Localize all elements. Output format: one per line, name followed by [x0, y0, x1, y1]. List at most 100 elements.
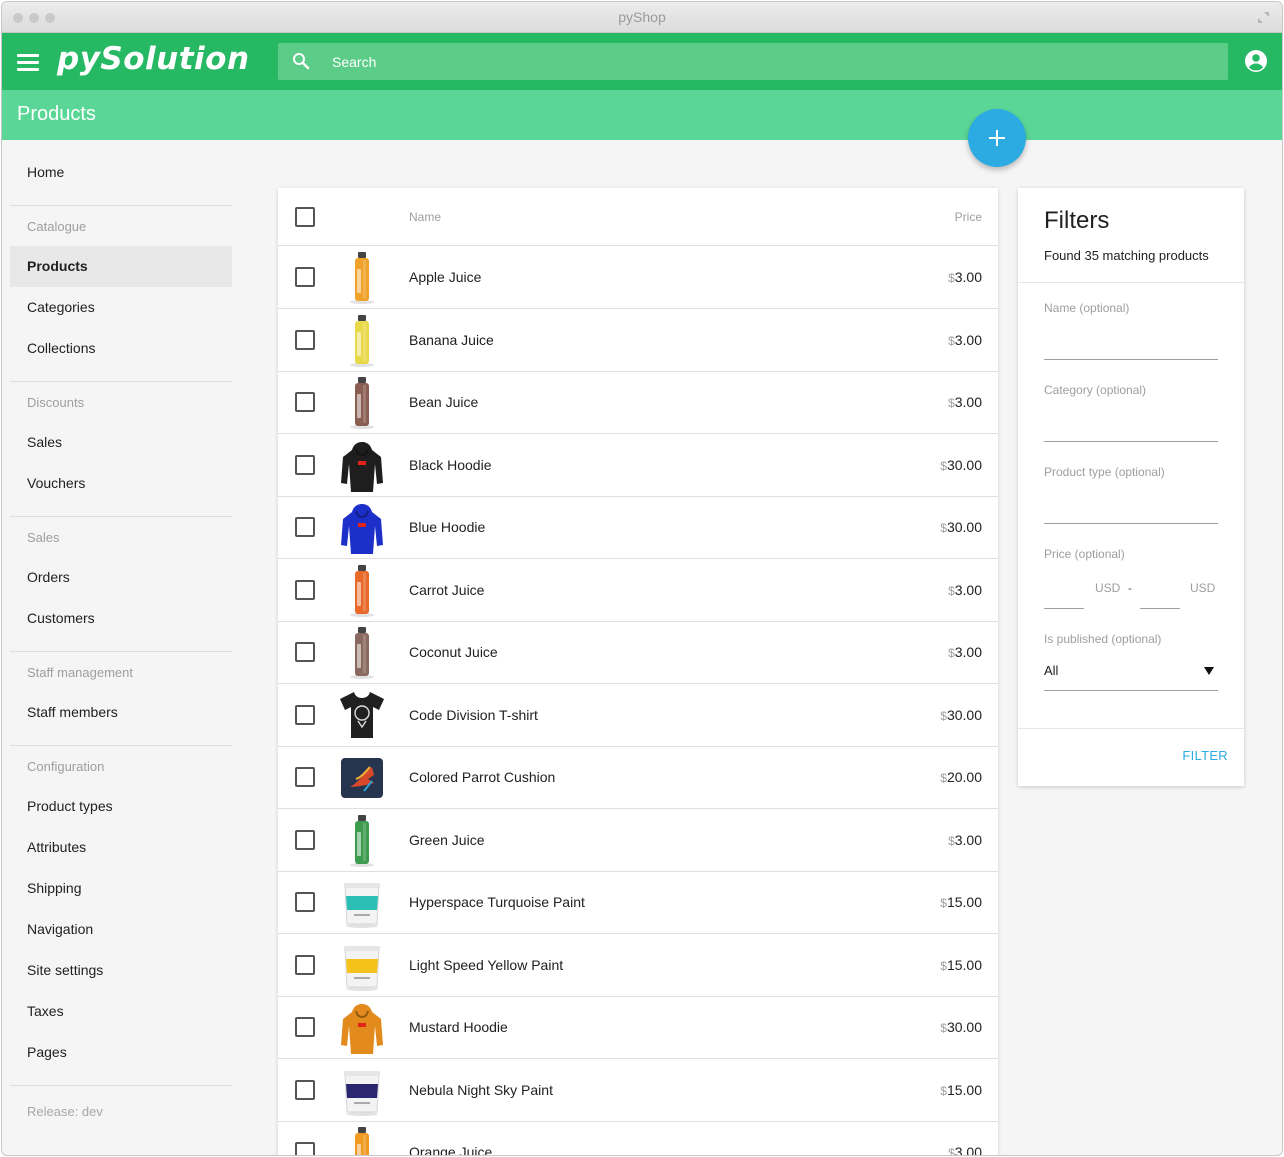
table-row[interactable]: Light Speed Yellow Paint $15.00 [278, 934, 998, 997]
juice-bottle-thumbnail [334, 812, 390, 868]
table-row[interactable]: Hyperspace Turquoise Paint $15.00 [278, 871, 998, 934]
search-icon [293, 53, 310, 70]
row-checkbox[interactable] [295, 954, 315, 975]
sidebar-item-collections[interactable]: Collections [10, 328, 232, 369]
table-row[interactable]: Apple Juice $3.00 [278, 246, 998, 309]
row-checkbox[interactable] [295, 454, 315, 475]
brand-logo[interactable]: pySolution [57, 41, 250, 77]
product-name[interactable]: Orange Juice [409, 1144, 492, 1155]
price-value: 15.00 [946, 956, 982, 973]
name-filter-label: Name (optional) [1044, 301, 1130, 315]
sidebar-item-vouchers[interactable]: Vouchers [10, 463, 232, 504]
divider [1018, 282, 1244, 283]
paint-bucket-thumbnail [334, 874, 390, 930]
sidebar-section-configuration: Configuration [27, 759, 105, 774]
row-checkbox[interactable] [295, 892, 315, 912]
column-header-name[interactable]: Name [409, 210, 441, 224]
sidebar-item-navigation[interactable]: Navigation [10, 909, 232, 950]
select-all-checkbox[interactable] [295, 207, 315, 227]
page-header: Products [2, 90, 1282, 140]
product-name[interactable]: Colored Parrot Cushion [409, 769, 555, 785]
product-name[interactable]: Code Division T-shirt [409, 707, 538, 723]
add-product-button[interactable] [968, 109, 1026, 167]
filter-button[interactable]: Filter [1182, 748, 1228, 763]
product-price: $15.00 [940, 957, 982, 973]
currency-symbol: $ [940, 708, 947, 723]
column-header-price[interactable]: Price [955, 210, 982, 224]
row-checkbox[interactable] [295, 767, 315, 787]
product-name[interactable]: Carrot Juice [409, 582, 484, 598]
row-checkbox[interactable] [295, 267, 315, 287]
product-name[interactable]: Light Speed Yellow Paint [409, 957, 563, 973]
table-row[interactable]: Blue Hoodie $30.00 [278, 496, 998, 559]
table-row[interactable]: Nebula Night Sky Paint $15.00 [278, 1059, 998, 1122]
row-checkbox[interactable] [295, 829, 315, 850]
sidebar-item-taxes[interactable]: Taxes [10, 991, 232, 1032]
product-name[interactable]: Green Juice [409, 832, 484, 848]
row-checkbox[interactable] [295, 517, 315, 537]
row-checkbox[interactable] [295, 1079, 315, 1100]
product-name[interactable]: Black Hoodie [409, 457, 492, 473]
sidebar-item-customers[interactable]: Customers [10, 598, 232, 639]
currency-symbol: $ [940, 771, 947, 785]
fullscreen-icon[interactable] [1257, 11, 1270, 24]
sidebar-item-orders[interactable]: Orders [10, 557, 232, 598]
sidebar-item-shipping[interactable]: Shipping [10, 868, 232, 909]
table-row[interactable]: Carrot Juice $3.00 [278, 559, 998, 622]
sidebar-item-categories[interactable]: Categories [10, 287, 232, 328]
sidebar-item-staff-members[interactable]: Staff members [10, 692, 232, 733]
product-name[interactable]: Banana Juice [409, 332, 494, 348]
table-row[interactable]: Black Hoodie $30.00 [278, 434, 998, 497]
table-row[interactable]: Bean Juice $3.00 [278, 371, 998, 434]
search-placeholder: Search [332, 54, 377, 70]
menu-icon[interactable] [17, 52, 41, 72]
sidebar-item-product-types[interactable]: Product types [10, 786, 232, 827]
name-filter-input[interactable] [1044, 336, 1218, 360]
divider [1018, 728, 1244, 729]
product-name[interactable]: Blue Hoodie [409, 519, 485, 535]
currency-symbol: $ [948, 646, 955, 660]
price-min-input[interactable] [1044, 589, 1084, 609]
product-name[interactable]: Nebula Night Sky Paint [409, 1082, 553, 1098]
table-row[interactable]: Coconut Juice $3.00 [278, 621, 998, 684]
product-price: $3.00 [948, 644, 982, 660]
table-row[interactable]: Orange Juice $3.00 [278, 1121, 998, 1155]
sidebar-item-site-settings[interactable]: Site settings [10, 950, 232, 991]
table-row[interactable]: Code Division T-shirt $30.00 [278, 684, 998, 747]
table-row[interactable]: Banana Juice $3.00 [278, 309, 998, 372]
currency-symbol: $ [948, 271, 955, 285]
table-row[interactable]: Green Juice $3.00 [278, 809, 998, 872]
sidebar-item-sales[interactable]: Sales [10, 422, 232, 463]
currency-symbol: $ [948, 396, 955, 410]
account-icon[interactable] [1244, 49, 1268, 73]
table-row[interactable]: Mustard Hoodie $30.00 [278, 996, 998, 1059]
row-checkbox[interactable] [295, 1142, 315, 1155]
product-type-filter-input[interactable] [1044, 500, 1218, 524]
published-filter-value: All [1044, 663, 1059, 678]
row-checkbox[interactable] [295, 704, 315, 725]
product-name[interactable]: Hyperspace Turquoise Paint [409, 894, 585, 910]
row-checkbox[interactable] [295, 579, 315, 600]
paint-bucket-thumbnail [334, 1062, 390, 1118]
sidebar-item-home[interactable]: Home [10, 152, 232, 193]
sidebar-item-products[interactable]: Products [10, 246, 232, 287]
search-input[interactable]: Search [278, 43, 1228, 80]
product-name[interactable]: Bean Juice [409, 394, 478, 410]
table-row[interactable]: Colored Parrot Cushion $20.00 [278, 746, 998, 809]
row-checkbox[interactable] [295, 329, 315, 350]
published-filter-select[interactable]: All [1044, 658, 1218, 691]
product-name[interactable]: Coconut Juice [409, 644, 498, 660]
price-max-input[interactable] [1140, 589, 1180, 609]
row-checkbox[interactable] [295, 1017, 315, 1037]
sidebar-item-attributes[interactable]: Attributes [10, 827, 232, 868]
juice-bottle-thumbnail [334, 1124, 390, 1155]
sidebar-item-pages[interactable]: Pages [10, 1032, 232, 1073]
row-checkbox[interactable] [295, 642, 315, 662]
currency-symbol: $ [940, 521, 947, 535]
row-checkbox[interactable] [295, 392, 315, 412]
product-name[interactable]: Apple Juice [409, 269, 481, 285]
juice-bottle-thumbnail [334, 249, 390, 305]
product-name[interactable]: Mustard Hoodie [409, 1019, 508, 1035]
sidebar-section-staff-management: Staff management [27, 665, 133, 680]
category-filter-input[interactable] [1044, 418, 1218, 442]
